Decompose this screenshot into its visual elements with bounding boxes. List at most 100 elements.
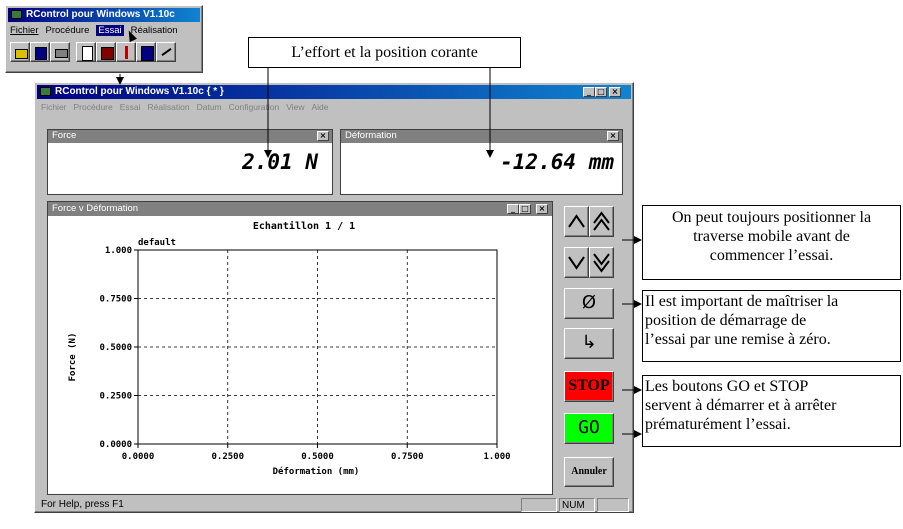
cancel-button-label: Annuler [571, 466, 607, 477]
callout-move-line-2: traverse mobile avant de [693, 228, 850, 245]
main-menu-bar: Fichier Procédure Essai Réalisation Datum Con… [41, 102, 621, 114]
callout-move-line-1: On peut toujours positionner la [671, 209, 872, 226]
x-tick-label: 1.000 [483, 452, 510, 462]
menu-realisation[interactable]: Réalisation [148, 102, 190, 112]
y-tick-label: 0.5000 [99, 343, 132, 353]
main-window: RControl pour Windows V1.10c { * } _ □ ×… [34, 82, 634, 513]
callout-move-crosshead: On peut toujours positionner la traverse… [642, 205, 901, 280]
maximize-button[interactable]: □ [595, 87, 607, 97]
callout-current-values: L’effort et la position corante [248, 37, 521, 68]
zero-icon: Ø [581, 292, 597, 313]
force-panel-title: Force [52, 130, 77, 141]
arrow-down-icon [568, 256, 585, 270]
arrow-up-icon [568, 214, 585, 228]
inset-menu-realisation[interactable]: Réalisation [131, 25, 178, 36]
close-button[interactable]: × [609, 87, 621, 97]
force-panel-title-bar: Force × [48, 130, 332, 143]
go-button-label: GO [578, 417, 600, 438]
report-icon[interactable] [76, 42, 96, 62]
callout-gostop-line-2: servent à démarrer et à arrêter [645, 397, 837, 414]
inset-window: RControl pour Windows V1.10c Fichier Proc… [5, 5, 203, 73]
force-panel: Force × 2.01 N [47, 129, 333, 195]
series-default-label: default [138, 238, 176, 248]
y-tick-label: 0.7500 [99, 295, 132, 305]
y-tick-label: 0.2500 [99, 392, 132, 402]
fast-up-button[interactable] [589, 206, 614, 237]
print-icon[interactable] [50, 42, 70, 62]
callout-gostop-line-1: Les boutons GO et STOP [645, 378, 809, 395]
side-button-panel: Ø ↳ STOP GO Annuler [559, 201, 623, 495]
zero-icon[interactable] [96, 42, 116, 62]
menu-fichier[interactable]: Fichier [41, 102, 67, 112]
tool-icon[interactable] [116, 42, 136, 62]
x-tick-label: 0.7500 [391, 452, 424, 462]
callout-zero-line-1: Il est important de maîtriser la [645, 293, 839, 310]
x-tick-label: 0.0000 [122, 452, 155, 462]
status-cell-blank [521, 498, 557, 512]
inset-menu-fichier[interactable]: Fichier [10, 25, 39, 36]
graph-icon[interactable] [156, 42, 176, 62]
graph-maximize-button[interactable]: □ [519, 204, 531, 214]
zero-button[interactable]: Ø [564, 288, 614, 319]
clipboard-icon[interactable] [136, 42, 156, 62]
deformation-panel-title-bar: Déformation × [341, 130, 622, 143]
menu-procedure[interactable]: Procédure [74, 102, 113, 112]
cancel-button[interactable]: Annuler [564, 457, 614, 487]
return-icon: ↳ [581, 332, 597, 353]
return-to-origin-button[interactable]: ↳ [564, 328, 614, 359]
deformation-panel-close-button[interactable]: × [607, 131, 619, 141]
menu-essai[interactable]: Essai [120, 102, 141, 112]
x-tick-label: 0.5000 [301, 452, 334, 462]
callout-current-values-text: L’effort et la position corante [291, 44, 478, 61]
callout-move-line-3: commencer l’essai. [709, 247, 834, 264]
menu-aide[interactable]: Aide [311, 102, 328, 112]
callout-zero: Il est important de maîtriser la positio… [642, 290, 901, 362]
status-bar: For Help, press F1 NUM [37, 498, 631, 512]
app-icon [40, 87, 51, 96]
deformation-readout: -12.64 mm [341, 143, 622, 193]
callout-go-stop: Les boutons GO et STOP servent à démarre… [642, 375, 901, 447]
x-axis-label: Déformation (mm) [273, 466, 360, 477]
up-button[interactable] [564, 206, 589, 237]
y-tick-label: 1.000 [105, 246, 132, 256]
graph-close-button[interactable]: × [536, 204, 548, 214]
save-icon[interactable] [30, 42, 50, 62]
chart-title: Echantillon 1 / 1 [253, 220, 355, 232]
inset-menu-procedure[interactable]: Procédure [46, 25, 90, 36]
inset-toolbar [10, 42, 200, 64]
status-cell-blank-2 [597, 498, 629, 512]
callout-zero-line-3: l’essai par une remise à zéro. [645, 331, 831, 348]
minimize-button[interactable]: _ [583, 87, 595, 97]
force-panel-close-button[interactable]: × [317, 131, 329, 141]
y-axis-label: Force (N) [68, 333, 78, 382]
y-tick-label: 0.0000 [99, 440, 132, 450]
menu-configuration[interactable]: Configuration [229, 102, 280, 112]
go-button[interactable]: GO [564, 413, 614, 444]
fast-down-button[interactable] [589, 247, 614, 278]
deformation-panel: Déformation × -12.64 mm [340, 129, 623, 195]
menu-datum[interactable]: Datum [197, 102, 222, 112]
main-window-title: RControl pour Windows V1.10c { * } [55, 86, 224, 97]
inset-window-title: RControl pour Windows V1.10c [26, 9, 175, 20]
down-button[interactable] [564, 247, 589, 278]
graph-title-bar: Force v Déformation _ □ × [48, 202, 552, 216]
main-title-bar: RControl pour Windows V1.10c { * } _ □ × [37, 85, 631, 99]
status-num-indicator: NUM [559, 498, 595, 512]
status-help-text: For Help, press F1 [41, 499, 124, 510]
status-num-text: NUM [562, 500, 585, 511]
callout-gostop-line-3: prématurément l’essai. [645, 416, 791, 433]
stop-button-label: STOP [568, 377, 610, 394]
stop-button[interactable]: STOP [564, 371, 614, 402]
double-arrow-up-icon [593, 211, 610, 231]
open-icon[interactable] [10, 42, 30, 62]
x-tick-label: 0.2500 [211, 452, 244, 462]
inset-title-bar: RControl pour Windows V1.10c [8, 8, 200, 22]
graph-window: Force v Déformation _ □ × Echantillon 1 … [47, 201, 553, 495]
menu-view[interactable]: View [286, 102, 304, 112]
deformation-panel-title: Déformation [345, 130, 397, 141]
graph-minimize-button[interactable]: _ [507, 204, 519, 214]
inset-menu-essai[interactable]: Essai [96, 25, 124, 36]
force-deformation-chart: Echantillon 1 / 1 default Déformation (m… [68, 220, 511, 477]
double-arrow-down-icon [593, 253, 610, 273]
app-icon [11, 10, 22, 19]
